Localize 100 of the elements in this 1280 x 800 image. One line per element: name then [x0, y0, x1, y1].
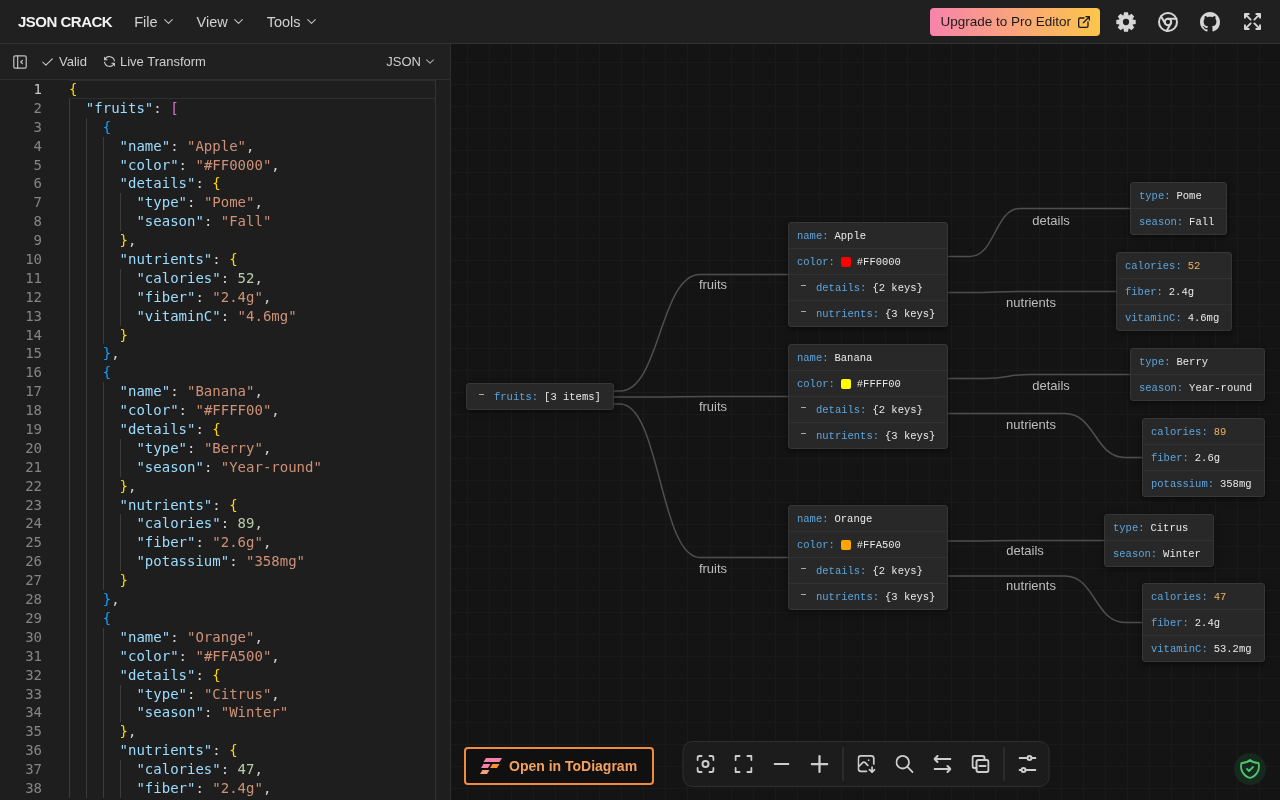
- node-key: details:: [816, 281, 867, 294]
- code-line: "fiber": "2.4g",: [136, 778, 272, 798]
- edge-label: fruits: [698, 398, 728, 414]
- line-number: 4: [32, 136, 42, 156]
- plus-icon: [810, 755, 828, 773]
- line-number: 22: [24, 476, 42, 496]
- node-key: details:: [816, 564, 867, 577]
- panel-left-icon: [13, 54, 27, 69]
- upgrade-button[interactable]: Upgrade to Pro Editor: [930, 7, 1100, 36]
- menu-button[interactable]: Tools: [254, 9, 328, 34]
- code-line: }: [119, 325, 128, 345]
- node-value: Berry: [1176, 355, 1209, 368]
- search-icon: [895, 755, 913, 773]
- code-line: }: [119, 571, 128, 591]
- edge-label: details: [1032, 212, 1070, 228]
- graph-node[interactable]: fruits: [3 items]: [466, 383, 614, 410]
- github-icon: [1200, 11, 1220, 32]
- sidebar-toggle-button[interactable]: [12, 53, 28, 70]
- graph-node[interactable]: calories: 52 fiber: 2.4g vitaminC: 4.6mg: [1116, 252, 1233, 331]
- code-line: "vitaminC": "4.6mg": [136, 306, 297, 326]
- line-number: 33: [24, 684, 42, 704]
- line-number: 16: [24, 363, 42, 383]
- code-line: "season": "Winter": [136, 703, 289, 723]
- code-line: "name": "Orange",: [119, 627, 263, 647]
- line-number: 1: [32, 80, 42, 99]
- code-line: "name": "Apple",: [119, 136, 255, 156]
- node-key: season:: [1139, 381, 1184, 394]
- check-icon: [42, 57, 53, 66]
- node-value: 53.2mg: [1213, 642, 1252, 655]
- node-key: vitaminC:: [1151, 642, 1208, 655]
- node-value: [3 items]: [544, 390, 601, 403]
- code-line: },: [119, 231, 137, 250]
- code-line: "color": "#FFFF00",: [119, 401, 280, 421]
- external-link-icon: [1078, 15, 1090, 28]
- node-value: Fall: [1189, 215, 1215, 228]
- line-number: 10: [24, 250, 42, 269]
- line-number: 3: [32, 117, 42, 137]
- code-line: },: [119, 722, 137, 742]
- app-logo[interactable]: JSON CRACK: [18, 13, 113, 30]
- code-line: "fruits": [: [85, 98, 179, 118]
- code-line: "name": "Banana",: [119, 382, 263, 402]
- code-line: },: [102, 590, 120, 609]
- node-value: Banana: [834, 351, 873, 364]
- graph-node[interactable]: type: Pome season: Fall: [1130, 182, 1228, 235]
- caret-icon: [426, 59, 434, 64]
- code-line: "season": "Fall": [136, 212, 272, 232]
- code-line: {: [69, 80, 78, 99]
- code-line: },: [119, 476, 137, 496]
- line-number: 29: [24, 608, 42, 628]
- expand-icon: [1243, 13, 1261, 30]
- node-key: potassium:: [1151, 477, 1214, 490]
- node-key: nutrients:: [816, 429, 879, 442]
- chrome-icon: [1158, 11, 1178, 32]
- node-value: {2 keys}: [872, 564, 923, 577]
- node-key: calories:: [1125, 259, 1182, 272]
- format-dropdown[interactable]: JSON: [386, 54, 434, 69]
- code-line: "details": {: [119, 665, 221, 685]
- striped-logo-icon: [480, 758, 502, 774]
- refresh-icon: [103, 56, 115, 67]
- menu-button[interactable]: View: [184, 9, 255, 34]
- node-key: color:: [797, 377, 835, 390]
- line-number: 27: [24, 571, 42, 591]
- line-number: 2: [32, 98, 42, 118]
- line-number: 32: [24, 665, 42, 685]
- node-value: Year-round: [1189, 381, 1253, 394]
- code-line: "type": "Pome",: [136, 193, 263, 213]
- open-in-todiagram-button[interactable]: Open in ToDiagram: [464, 747, 655, 785]
- node-value: Citrus: [1150, 521, 1189, 534]
- graph-node[interactable]: calories: 47 fiber: 2.4g vitaminC: 53.2mg: [1142, 583, 1265, 662]
- code-line: "calories": 89,: [136, 514, 263, 534]
- node-key: type:: [1139, 189, 1171, 202]
- graph-node[interactable]: type: Citrus season: Winter: [1104, 514, 1214, 567]
- code-line: "fiber": "2.4g",: [136, 287, 272, 307]
- node-value: #FFFF00: [856, 377, 901, 390]
- shield-check-icon[interactable]: [1234, 753, 1266, 785]
- node-value: Winter: [1163, 547, 1201, 560]
- code-line: {: [102, 608, 112, 628]
- line-number: 15: [24, 344, 42, 364]
- live-transform-button[interactable]: Live Transform: [103, 54, 206, 69]
- edge-label: details: [1006, 542, 1044, 558]
- edge-label: fruits: [698, 276, 728, 292]
- line-number: 35: [24, 722, 42, 742]
- line-number: 9: [32, 231, 42, 250]
- line-number: 19: [24, 420, 42, 439]
- line-number: 21: [24, 457, 42, 477]
- minus-icon: [773, 763, 789, 765]
- graph-node[interactable]: type: Berry season: Year-round: [1130, 348, 1266, 401]
- edge-label: fruits: [698, 560, 728, 576]
- code-line: "type": "Citrus",: [136, 684, 280, 704]
- code-line: "calories": 47,: [136, 760, 263, 779]
- node-value: 2.4g: [1168, 285, 1195, 298]
- code-line: "nutrients": {: [119, 250, 238, 269]
- code-line: "season": "Year-round": [136, 457, 322, 477]
- focus-icon: [696, 755, 714, 773]
- menu-button[interactable]: File: [122, 9, 185, 34]
- node-key: season:: [1139, 215, 1184, 228]
- node-value: {3 keys}: [885, 307, 936, 320]
- line-number: 23: [24, 495, 42, 515]
- validation-status: Valid: [59, 54, 87, 69]
- graph-node[interactable]: calories: 89 fiber: 2.6g potassium: 358mg: [1142, 418, 1265, 497]
